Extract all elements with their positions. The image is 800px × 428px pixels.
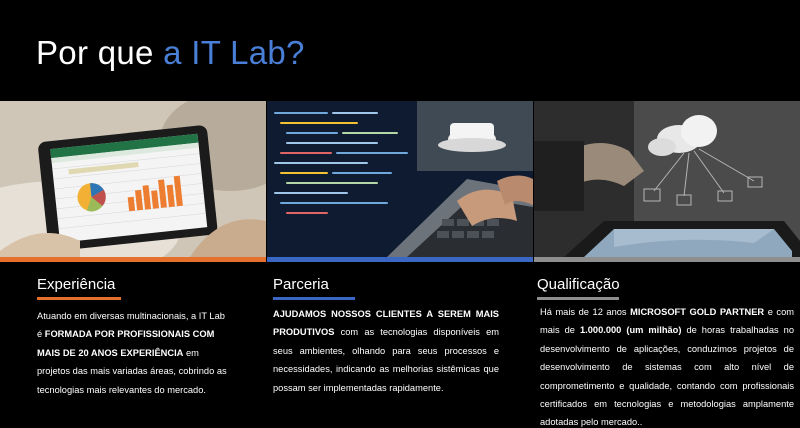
qualificacao-text-bold: 1.000.000 (um milhão) — [579, 325, 682, 336]
qualificacao-text-bold: MICROSOFT GOLD PARTNER — [630, 307, 765, 317]
qualificacao-text-part: de horas trabalhadas no desenvolvimento … — [540, 325, 794, 428]
qualificacao-text-part: Há mais de 12 anos — [540, 307, 631, 317]
page-title: Por que a IT Lab? — [36, 34, 305, 72]
tablet-spreadsheet-illustration — [0, 101, 266, 257]
parceria-heading: Parceria — [273, 276, 329, 293]
parceria-photo — [267, 101, 533, 257]
experiencia-text: Atuando em diversas multinacionais, a IT… — [37, 307, 227, 399]
qualificacao-photo — [534, 101, 800, 257]
cloud-tablet-illustration — [534, 101, 800, 257]
parceria-underline — [273, 297, 355, 300]
qualificacao-underline — [537, 297, 619, 300]
experiencia-heading: Experiência — [37, 276, 116, 293]
laptop-code-illustration — [267, 101, 533, 257]
qualificacao-color-bar — [534, 257, 800, 262]
experiencia-color-bar — [0, 257, 266, 262]
qualificacao-heading: Qualificação — [537, 276, 620, 293]
parceria-color-bar — [267, 257, 533, 262]
experiencia-photo — [0, 101, 266, 257]
qualificacao-text: Há mais de 12 anos MICROSOFT GOLD PARTNE… — [540, 303, 794, 428]
experiencia-underline — [37, 297, 121, 300]
title-accent: a IT Lab? — [163, 34, 305, 71]
parceria-text: AJUDAMOS NOSSOS CLIENTES A SEREM MAIS PR… — [273, 305, 499, 397]
title-prefix: Por que — [36, 34, 164, 71]
